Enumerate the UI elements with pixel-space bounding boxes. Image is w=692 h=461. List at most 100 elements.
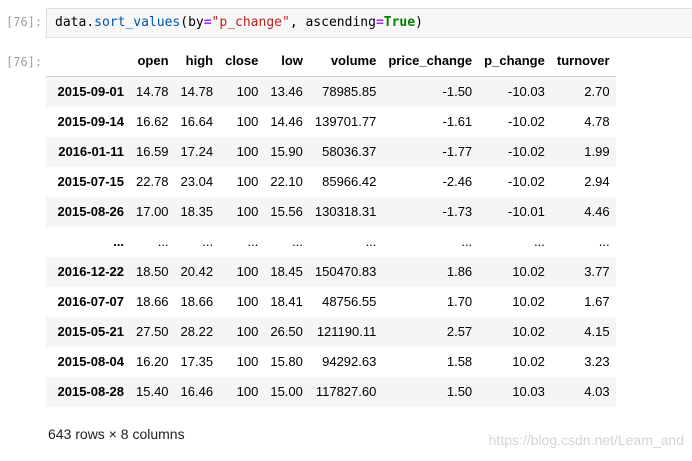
- table-cell: -10.01: [507, 204, 545, 219]
- table-cell: -10.02: [507, 144, 545, 159]
- code-eq-1: =: [203, 15, 212, 30]
- table-cell: ...: [534, 234, 545, 249]
- table-cell: 100: [236, 324, 259, 339]
- code-param-ascending: ascending: [305, 15, 376, 30]
- table-cell: ...: [202, 234, 214, 249]
- column-header-close: close: [219, 46, 265, 77]
- table-cell: 14.46: [270, 114, 303, 129]
- table-cell: 15.90: [270, 144, 303, 159]
- table-row: 2015-08-04 16.20 17.35 100 15.80 94292.63 1.58…: [46, 347, 616, 377]
- table-cell: 100: [236, 174, 259, 189]
- table-cell: 100: [236, 264, 259, 279]
- table-row: 2015-08-28 15.40 16.46 100 15.00 117827.60 1.5…: [46, 377, 616, 407]
- table-cell: 85966.42: [322, 174, 377, 189]
- table-cell: 15.80: [270, 354, 303, 369]
- row-index: 2015-08-04: [57, 354, 125, 369]
- table-row: 2015-05-21 27.50 28.22 100 26.50 121190.11 2.5…: [46, 317, 616, 347]
- code-eq-2: =: [375, 15, 384, 30]
- code-param-by: by: [188, 15, 204, 30]
- table-cell: 1.58: [446, 354, 473, 369]
- row-index: ...: [113, 234, 124, 249]
- column-header-low: low: [264, 46, 309, 77]
- code-open-paren: (: [180, 15, 189, 30]
- table-cell: ...: [365, 234, 377, 249]
- table-cell: 139701.77: [314, 114, 377, 129]
- table-cell: ...: [157, 234, 169, 249]
- table-cell: 3.77: [584, 264, 610, 279]
- table-body: 2015-09-01 14.78 14.78 100 13.46 78985.85 -1.5…: [46, 76, 616, 407]
- table-cell: 4.78: [584, 114, 610, 129]
- code-method: sort_values: [94, 15, 181, 30]
- row-index: 2015-07-15: [57, 174, 125, 189]
- table-cell: ...: [247, 234, 259, 249]
- table-cell: 1.67: [584, 294, 610, 309]
- row-index: 2015-09-14: [57, 114, 125, 129]
- table-cell: 10.02: [512, 354, 545, 369]
- table-cell: 22.78: [136, 174, 169, 189]
- table-cell: 14.78: [136, 84, 169, 99]
- table-cell: 100: [236, 294, 259, 309]
- table-cell: -10.02: [507, 114, 545, 129]
- table-cell: ...: [292, 234, 303, 249]
- table-cell: 1.70: [446, 294, 473, 309]
- table-cell: 28.22: [180, 324, 214, 339]
- table-cell: 117827.60: [315, 384, 377, 399]
- table-cell: 20.42: [180, 264, 214, 279]
- table-cell: -1.61: [442, 114, 473, 129]
- table-row: 2015-09-14 16.62 16.64 100 14.46 139701.77 -1.…: [46, 107, 616, 137]
- table-cell: 15.40: [136, 384, 169, 399]
- table-cell: 17.00: [136, 204, 169, 219]
- table-cell: 150470.83: [314, 264, 377, 279]
- column-header-volume: volume: [308, 46, 383, 77]
- table-cell: ...: [598, 234, 610, 249]
- table-cell: 1.86: [446, 264, 473, 279]
- table-cell: 18.66: [136, 294, 169, 309]
- dataframe-shape: 643 rows × 8 columns: [48, 426, 185, 442]
- table-cell: 17.24: [180, 144, 214, 159]
- table-header-row: open high close low volume price_change p_chan…: [46, 46, 616, 77]
- code-arg-ascending: True: [383, 15, 416, 30]
- table-cell: 4.15: [584, 324, 610, 339]
- table-row: 2016-12-22 18.50 20.42 100 18.45 150470.83 1.8…: [46, 257, 616, 287]
- code-close-paren: ): [415, 15, 423, 30]
- table-cell: -1.73: [442, 204, 473, 219]
- row-index: 2016-12-22: [57, 264, 125, 279]
- table-cell: 58036.37: [322, 144, 377, 159]
- table-cell: ...: [461, 234, 473, 249]
- column-header-turnover: turnover: [550, 46, 616, 77]
- row-index: 2015-09-01: [57, 84, 125, 99]
- table-cell: 100: [236, 114, 259, 129]
- table-cell: 100: [236, 204, 259, 219]
- table-cell: 2.94: [584, 174, 610, 189]
- table-cell: 16.64: [180, 114, 214, 129]
- table-cell: 130318.31: [314, 204, 377, 219]
- table-row: 2016-07-07 18.66 18.66 100 18.41 48756.55 1.70…: [46, 287, 616, 317]
- table-cell: 16.62: [136, 114, 169, 129]
- code-comma: ,: [289, 15, 306, 30]
- table-cell: 26.50: [270, 324, 303, 339]
- table-cell: 100: [236, 84, 259, 99]
- table-cell: 27.50: [136, 324, 169, 339]
- table-row: 2016-01-11 16.59 17.24 100 15.90 58036.37 -1.7…: [46, 137, 616, 167]
- index-header: [46, 46, 130, 77]
- dataframe-table: open high close low volume price_change p_chan…: [46, 46, 616, 407]
- table-row: 2015-09-01 14.78 14.78 100 13.46 78985.85 -1.5…: [46, 76, 616, 107]
- input-prompt: [76]:: [6, 15, 43, 29]
- table-cell: 16.46: [180, 384, 214, 399]
- table-cell: 3.23: [584, 354, 610, 369]
- table-row: 2015-08-26 17.00 18.35 100 15.56 130318.31 -1.…: [46, 197, 616, 227]
- table-cell: -10.03: [507, 84, 545, 99]
- table-cell: 22.10: [270, 174, 303, 189]
- table-cell: 18.45: [270, 264, 303, 279]
- column-header-price-change: price_change: [382, 46, 479, 77]
- table-cell: 18.66: [180, 294, 214, 309]
- table-cell: 10.02: [512, 324, 545, 339]
- table-cell: 13.46: [270, 84, 303, 99]
- code-cell[interactable]: data.sort_values(by="p_change", ascendin…: [46, 8, 692, 38]
- row-index: 2015-05-21: [57, 324, 125, 339]
- table-cell: 23.04: [180, 174, 214, 189]
- table-cell: 10.03: [512, 384, 545, 399]
- row-index: 2015-08-28: [57, 384, 125, 399]
- table-cell: -2.46: [442, 174, 473, 189]
- column-header-high: high: [174, 46, 220, 77]
